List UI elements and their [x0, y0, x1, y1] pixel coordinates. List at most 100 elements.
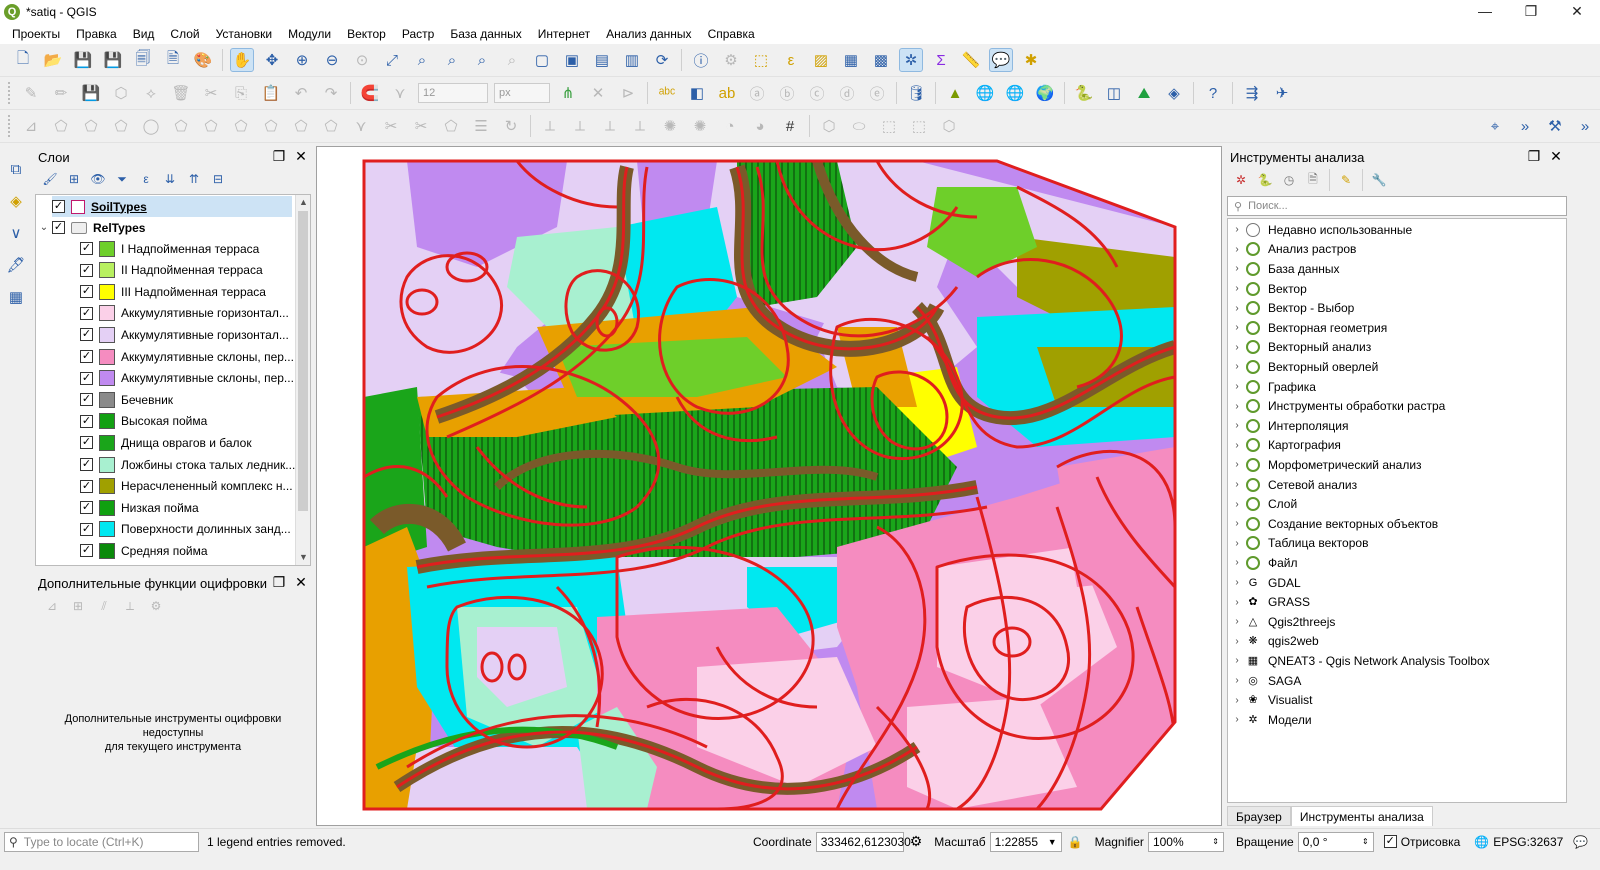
processing-provider-item[interactable]: › Анализ растров [1228, 240, 1356, 260]
legend-item-checkbox[interactable]: ✓ [80, 414, 93, 428]
zoom-layer-icon[interactable]: ⌕ [440, 48, 464, 72]
processing-provider-item[interactable]: › ✿ GRASS [1228, 592, 1310, 612]
chevron-right-icon[interactable]: › [1228, 440, 1246, 451]
highlight-labels-icon[interactable]: ⓑ [775, 81, 799, 105]
processing-provider-item[interactable]: › Вектор [1228, 279, 1307, 299]
save-as-icon[interactable]: 💾 [101, 48, 125, 72]
close-button[interactable]: ✕ [1554, 0, 1600, 22]
chevron-right-icon[interactable]: › [1228, 459, 1246, 470]
float-panel-icon[interactable]: ❐ [1526, 148, 1542, 164]
menu-view[interactable]: Вид [125, 24, 163, 44]
pin-labels-icon[interactable]: ⓐ [745, 81, 769, 105]
quickmap-icon[interactable]: 🌍 [1033, 81, 1057, 105]
processing-provider-item[interactable]: › Недавно использованные [1228, 220, 1412, 240]
processing-provider-item[interactable]: › Слой [1228, 494, 1297, 514]
menu-help[interactable]: Справка [700, 24, 763, 44]
zoom-next-icon[interactable]: ⌕ [500, 48, 524, 72]
parallel-icon[interactable]: ⫽ [94, 596, 114, 616]
reverse-line-icon[interactable]: ⋎ [349, 114, 373, 138]
chevron-right-icon[interactable]: › [1228, 499, 1246, 510]
add-regular-polygon-icon[interactable]: ⬡ [937, 114, 961, 138]
scrollbar-thumb[interactable] [298, 211, 308, 511]
add-ring-icon[interactable]: ◯ [139, 114, 163, 138]
python-console-icon[interactable]: 🐍 [1072, 81, 1096, 105]
new-map-view-icon[interactable]: ▢ [530, 48, 554, 72]
legend-item-checkbox[interactable]: ✓ [80, 436, 93, 450]
snapping-tolerance-field[interactable]: 12 [418, 83, 488, 103]
layers-stack-icon[interactable]: ◈ [1162, 81, 1186, 105]
menu-layer[interactable]: Слой [162, 24, 207, 44]
delete-ring-icon[interactable]: ⬠ [229, 114, 253, 138]
chevron-right-icon[interactable]: › [1228, 420, 1246, 431]
shape-digitize-c-icon[interactable]: ⟂ [598, 114, 622, 138]
copy-features-icon[interactable]: ⎘ [229, 81, 253, 105]
processing-provider-item[interactable]: › Графика [1228, 377, 1316, 397]
chevron-right-icon[interactable]: › [1228, 714, 1246, 725]
close-panel-icon[interactable]: ✕ [293, 148, 309, 164]
add-rectangle-icon[interactable]: ⬚ [877, 114, 901, 138]
field-calculator-icon[interactable]: ▩ [869, 48, 893, 72]
maximize-button[interactable]: ❐ [1508, 0, 1554, 22]
crs-label[interactable]: EPSG:32637 [1493, 835, 1563, 849]
gps-icon[interactable]: ⌖ [1483, 114, 1507, 138]
shape-digitize-h-icon[interactable]: ◕ [748, 114, 772, 138]
paste-features-icon[interactable]: 📋 [259, 81, 283, 105]
move-label-icon[interactable]: ⓒ [805, 81, 829, 105]
processing-provider-item[interactable]: › ❋ qgis2web [1228, 632, 1318, 652]
pan-hand-icon[interactable]: ✋ [230, 48, 254, 72]
chevron-right-icon[interactable]: › [1228, 597, 1246, 608]
legend-item-checkbox[interactable]: ✓ [80, 306, 93, 320]
edit-features-in-place-icon[interactable]: ✎ [1336, 170, 1356, 190]
simplify-icon[interactable]: ⬠ [109, 114, 133, 138]
processing-provider-item[interactable]: › Векторный анализ [1228, 338, 1371, 358]
processing-provider-item[interactable]: › Инструменты обработки растра [1228, 396, 1445, 416]
help-icon[interactable]: ? [1201, 81, 1225, 105]
chevron-right-icon[interactable]: › [1228, 479, 1246, 490]
processing-provider-item[interactable]: › Векторный оверлей [1228, 357, 1378, 377]
legend-item-checkbox[interactable]: ✓ [80, 285, 93, 299]
legend-item-checkbox[interactable]: ✓ [80, 458, 93, 471]
processing-provider-item[interactable]: › База данных [1228, 259, 1339, 279]
processing-provider-item[interactable]: › Таблица векторов [1228, 534, 1368, 554]
processing-toolbox-icon[interactable]: ✲ [899, 48, 923, 72]
pan-to-selection-icon[interactable]: ✥ [260, 48, 284, 72]
globe-icon[interactable]: 🌐 [1003, 81, 1027, 105]
processing-search-input[interactable]: ⚲ Поиск... [1227, 196, 1567, 216]
zoom-native-icon[interactable]: ⊙ [350, 48, 374, 72]
chevron-right-icon[interactable]: › [1228, 381, 1246, 392]
menu-database[interactable]: База данных [442, 24, 529, 44]
plugin-a-icon[interactable]: ⇶ [1240, 81, 1264, 105]
label-abc-icon[interactable]: ᵃᵇᶜ [655, 81, 679, 105]
layout-icon[interactable]: 🗐 [131, 48, 155, 72]
chevron-down-icon[interactable]: ⌄ [38, 222, 50, 233]
chevron-right-icon[interactable]: › [1228, 557, 1246, 568]
legend-item[interactable]: ✓ III Надпойменная терраса [80, 281, 266, 302]
snapping-mode-icon[interactable]: ⋎ [388, 81, 412, 105]
processing-provider-item[interactable]: › ✲ Модели [1228, 710, 1311, 730]
legend-item[interactable]: ✓ Аккумулятивные склоны, пер... [80, 346, 294, 367]
legend-item-checkbox[interactable]: ✓ [80, 544, 93, 558]
grid-hash-icon[interactable]: # [778, 114, 802, 138]
identify-icon[interactable]: ⓘ [689, 48, 713, 72]
legend-item-checkbox[interactable]: ✓ [80, 350, 93, 363]
menu-raster[interactable]: Растр [394, 24, 442, 44]
crs-globe-icon[interactable]: 🌐 [1474, 835, 1489, 849]
more-toolbar-icon-2[interactable]: » [1573, 114, 1597, 138]
chevron-right-icon[interactable]: › [1228, 244, 1246, 255]
rotation-spinbox[interactable]: 0,0 ° ⇕ [1297, 831, 1374, 852]
add-group-icon[interactable]: ⊞ [64, 169, 84, 189]
rotate-feature-icon[interactable]: ⬠ [79, 114, 103, 138]
processing-provider-item[interactable]: › Создание векторных объектов [1228, 514, 1438, 534]
add-ellipse-icon[interactable]: ⬭ [847, 114, 871, 138]
chevron-right-icon[interactable]: › [1228, 322, 1246, 333]
chevron-right-icon[interactable]: › [1228, 655, 1246, 666]
layer-labeling-icon[interactable]: ◧ [685, 81, 709, 105]
undo-icon[interactable]: ↶ [289, 81, 313, 105]
manage-visibility-icon[interactable]: 👁 [88, 169, 108, 189]
options-wrench-icon[interactable]: 🔧 [1369, 170, 1389, 190]
menu-settings[interactable]: Установки [208, 24, 280, 44]
chevron-right-icon[interactable]: › [1228, 263, 1246, 274]
settings-gear-icon[interactable]: ⚙ [146, 596, 166, 616]
layout-manager-icon[interactable]: 🗎 [161, 48, 185, 72]
enable-adv-digitizing-icon[interactable]: ⊿ [42, 596, 62, 616]
